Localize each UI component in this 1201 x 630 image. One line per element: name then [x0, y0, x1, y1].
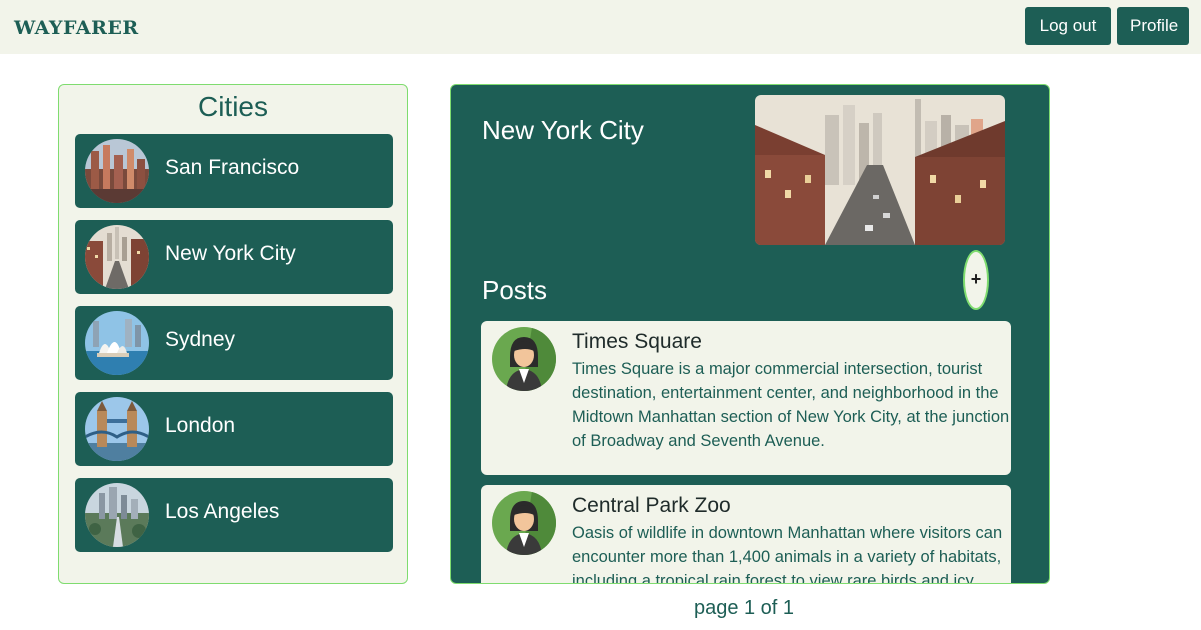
city-item-london[interactable]: London [75, 392, 393, 466]
city-detail-panel: New York City Posts + Times Square Times… [450, 84, 1050, 584]
city-item-label: Sydney [165, 328, 236, 351]
sydney-thumbnail [85, 311, 149, 375]
pagination-label: page 1 of 1 [693, 597, 795, 619]
logout-button[interactable]: Log out [1025, 7, 1111, 45]
city-item-label: London [165, 414, 236, 437]
app-logo[interactable]: WAYFARER [14, 17, 139, 39]
user-avatar [492, 491, 556, 555]
cities-heading: Cities [197, 91, 268, 122]
navbar: WAYFARER Log out Profile [0, 0, 1201, 54]
cities-panel: Cities San Francisco New York City Sydne… [58, 84, 408, 584]
city-item-los-angeles[interactable]: Los Angeles [75, 478, 393, 552]
san-francisco-thumbnail [85, 139, 149, 203]
post-body: Oasis of wildlife in downtown Manhattan … [572, 524, 1003, 584]
city-item-san-francisco[interactable]: San Francisco [75, 134, 393, 208]
profile-button[interactable]: Profile [1117, 7, 1189, 45]
post-title: Central Park Zoo [572, 494, 731, 517]
london-thumbnail [85, 397, 149, 461]
post-card[interactable]: Times Square Times Square is a major com… [481, 321, 1011, 475]
city-item-sydney[interactable]: Sydney [75, 306, 393, 380]
new-york-city-thumbnail [85, 225, 149, 289]
add-post-button[interactable]: + [963, 250, 989, 310]
posts-heading: Posts [482, 275, 548, 305]
city-item-label: New York City [165, 242, 296, 265]
city-item-new-york-city[interactable]: New York City [75, 220, 393, 294]
los-angeles-thumbnail [85, 483, 149, 547]
user-avatar [492, 327, 556, 391]
city-item-label: San Francisco [165, 156, 300, 179]
post-title: Times Square [572, 330, 702, 353]
post-body: Times Square is a major commercial inter… [572, 360, 1010, 450]
city-item-label: Los Angeles [165, 500, 280, 523]
post-card[interactable]: Central Park Zoo Oasis of wildlife in do… [481, 485, 1011, 584]
city-photo [755, 95, 1005, 245]
city-title: New York City [482, 115, 644, 145]
